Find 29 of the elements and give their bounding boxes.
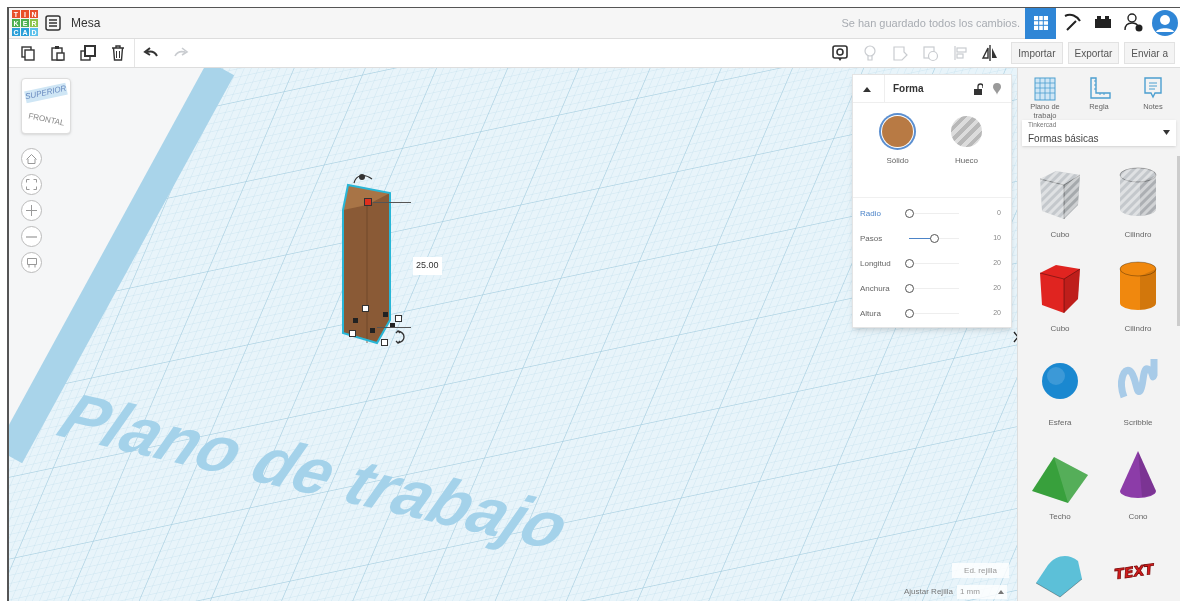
snap-grid-label: Ajustar Rejilla (904, 586, 953, 598)
shape-tile[interactable]: Cubo (1021, 162, 1099, 245)
param-label: Anchura (860, 282, 891, 295)
param-label: Altura (860, 307, 882, 320)
toolbar-button[interactable]: Enviar a (1124, 42, 1175, 64)
toolbar-button[interactable]: Exportar (1067, 42, 1120, 64)
param-label: Pasos (860, 232, 884, 245)
panel-title: Forma (884, 74, 973, 103)
shape-tile[interactable]: TEXT (1099, 538, 1177, 601)
dimension-label[interactable]: 25.00 (413, 257, 442, 275)
mode-option[interactable]: Sólido (872, 116, 923, 167)
shape-tile[interactable]: Cono (1099, 444, 1177, 527)
param-label: Radio (860, 207, 882, 220)
shape-tile[interactable]: Cubo (1021, 256, 1099, 339)
mode-option[interactable]: Hueco (941, 116, 992, 167)
toolbar-button[interactable]: Importar (1011, 42, 1063, 64)
workplane-label: Plano de trabajo (49, 379, 581, 563)
snap-grid-select[interactable]: 1 mm (956, 585, 1007, 599)
shape-tile[interactable]: Techo (1021, 444, 1099, 527)
shape-tile[interactable]: Cilindro (1099, 162, 1177, 245)
view-cube-front-label: FRONTAL (26, 109, 66, 130)
shape-tile[interactable]: Scribble (1099, 350, 1177, 433)
text-shape-icon: TEXT (1108, 538, 1168, 599)
edit-grid-button[interactable]: Ed. rejilla (952, 563, 1009, 578)
shape-tile[interactable]: Esfera (1021, 350, 1099, 433)
project-title[interactable]: Mesa (71, 14, 101, 32)
param-label: Longitud (860, 257, 892, 270)
shape-tile[interactable]: Cilindro (1099, 256, 1177, 339)
save-status: Se han guardado todos los cambios. (841, 15, 1020, 31)
